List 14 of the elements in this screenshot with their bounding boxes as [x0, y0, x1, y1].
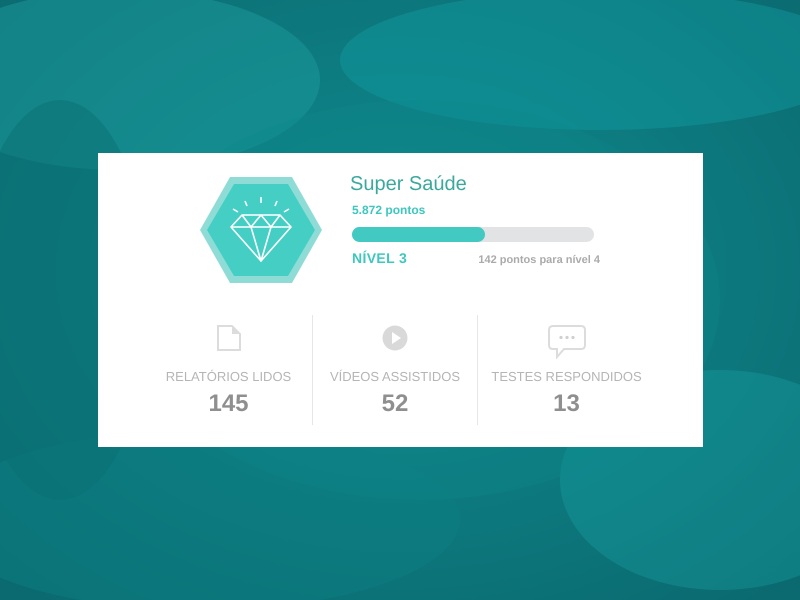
- stat-label: VÍDEOS ASSISTIDOS: [330, 368, 460, 386]
- stat-label: TESTES RESPONDIDOS: [491, 368, 642, 386]
- points-text: 5.872 pontos: [352, 202, 426, 219]
- stat-label: RELATÓRIOS LIDOS: [166, 368, 292, 386]
- title: Super Saúde: [350, 172, 468, 197]
- document-icon: [216, 325, 240, 351]
- stat-value: 145: [208, 388, 249, 418]
- stat-value: 52: [382, 388, 408, 418]
- next-level-text: 142 pontos para nível 4: [478, 253, 600, 268]
- play-icon: [382, 325, 408, 351]
- stat-value: 13: [553, 388, 580, 418]
- diamond-badge-icon: [198, 175, 324, 285]
- chat-icon: [548, 325, 586, 359]
- level-label: NÍVEL 3: [352, 249, 408, 268]
